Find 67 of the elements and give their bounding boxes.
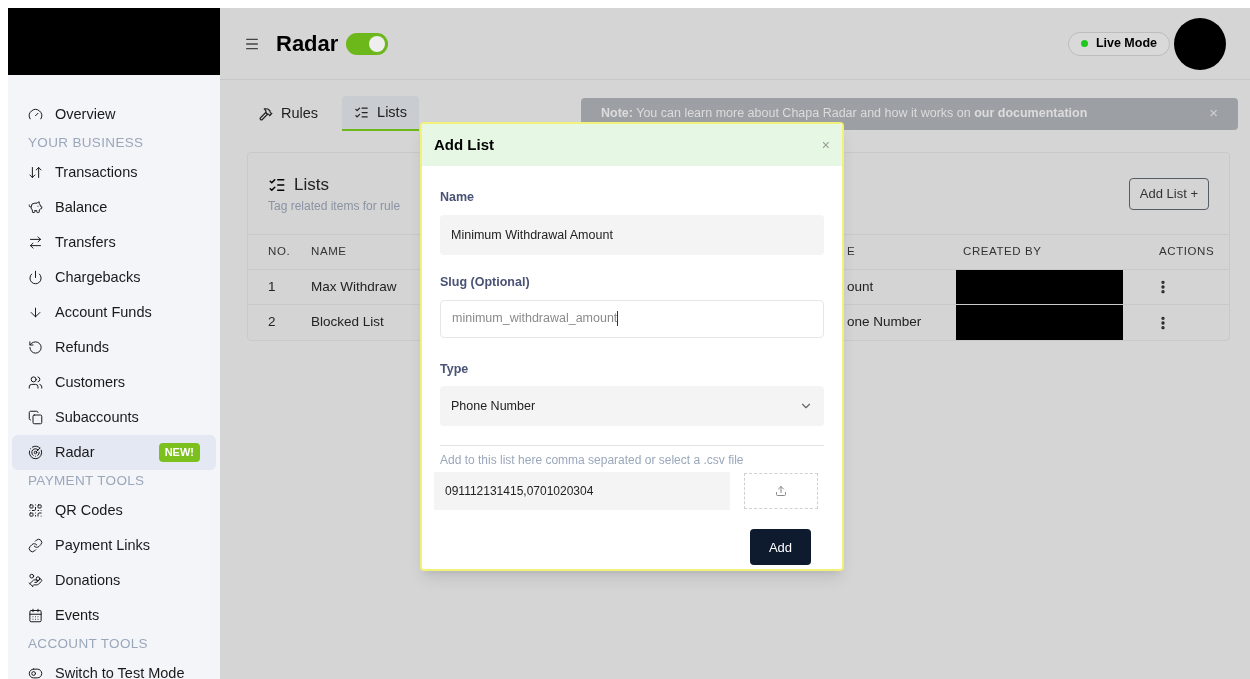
table-cell-text: 1 (268, 277, 276, 296)
section-heading: ACCOUNT TOOLS (28, 635, 148, 654)
table-cell-text: Blocked List (311, 313, 384, 332)
live-mode-badge: Live Mode (1067, 31, 1170, 56)
tab[interactable]: Rules (247, 96, 331, 131)
hand-coin-icon (28, 573, 43, 588)
dialog-title: Add List (434, 134, 495, 155)
link-icon (28, 538, 43, 553)
field-label: Slug (Optional) (440, 273, 531, 291)
entries-hint: Add to this list here comma separated or select a .csv file (440, 452, 745, 470)
tab[interactable]: Lists (342, 96, 419, 131)
sidebar-item[interactable]: Radar NEW! (12, 435, 216, 470)
power-icon (28, 270, 43, 285)
card-title: Lists (294, 173, 329, 196)
field-label: Type (440, 360, 470, 378)
transfer-arrows-icon (28, 235, 43, 250)
column-header: CREATED BY (963, 244, 1042, 260)
hammer-icon (259, 106, 273, 121)
sidebar-item[interactable]: Events (12, 598, 216, 633)
undo-arrow-icon (28, 340, 43, 355)
stacked-pages-icon (28, 410, 43, 425)
column-header: ACTIONS (1159, 244, 1215, 260)
note-text: Note: You can learn more about Chapa Radar and how it works on our documentation (601, 105, 1089, 123)
add-button[interactable]: Add (750, 529, 811, 566)
table-cell-text: 2 (268, 313, 276, 332)
toggle-icon (28, 666, 43, 679)
sidebar-item[interactable]: Switch to Test Mode (12, 656, 216, 679)
column-header: NO. (268, 244, 291, 260)
table-cell-text: ount (847, 277, 874, 296)
list-icon (354, 105, 370, 120)
radar-toggle[interactable] (346, 32, 389, 55)
column-header: NAME (311, 244, 347, 260)
column-header: E (847, 244, 856, 260)
upload-icon (775, 485, 787, 498)
sidebar-item[interactable]: Payment Links (12, 528, 216, 563)
sidebar-item[interactable]: Balance (12, 190, 216, 225)
sidebar-item[interactable]: Transactions (12, 155, 216, 190)
table-cell-text: one Number (847, 313, 922, 332)
arrows-icon (28, 165, 43, 180)
table-cell-text: Max Withdraw (311, 277, 397, 296)
avatar[interactable] (1174, 17, 1226, 70)
users-icon (28, 375, 43, 390)
section-heading: YOUR BUSINESS (28, 134, 144, 153)
slug-field[interactable]: minimum_withdrawal_amount (440, 299, 824, 338)
sidebar-item[interactable]: Transfers (12, 225, 216, 260)
page-title: Radar (276, 30, 339, 58)
sidebar-item[interactable]: QR Codes (12, 493, 216, 528)
new-badge: NEW! (158, 443, 200, 462)
sidebar-item[interactable]: Subaccounts (12, 400, 216, 435)
piggy-bank-icon (28, 200, 43, 215)
field-label: Name (440, 189, 476, 206)
sidebar-item[interactable]: Customers (12, 365, 216, 400)
add-list-button[interactable]: Add List + (1128, 177, 1209, 210)
sidebar-item[interactable]: Chargebacks (12, 260, 216, 295)
section-heading: PAYMENT TOOLS (28, 472, 145, 491)
sidebar-item[interactable]: Donations (12, 563, 216, 598)
calendar-icon (28, 608, 43, 623)
type-select[interactable]: Phone Number (440, 386, 824, 427)
gauge-icon (28, 107, 43, 122)
sidebar-item[interactable]: Refunds (12, 330, 216, 365)
name-field[interactable]: Minimum Withdrawal Amount (440, 214, 824, 255)
qr-code-icon (28, 503, 43, 518)
card-subtitle: Tag related items for rule (268, 198, 401, 216)
radar-icon (28, 445, 43, 460)
sidebar-item[interactable]: Account Funds (12, 295, 216, 330)
entries-field[interactable]: 091112131415,0701020304 (434, 472, 730, 511)
sidebar-item[interactable]: Overview (12, 97, 216, 132)
